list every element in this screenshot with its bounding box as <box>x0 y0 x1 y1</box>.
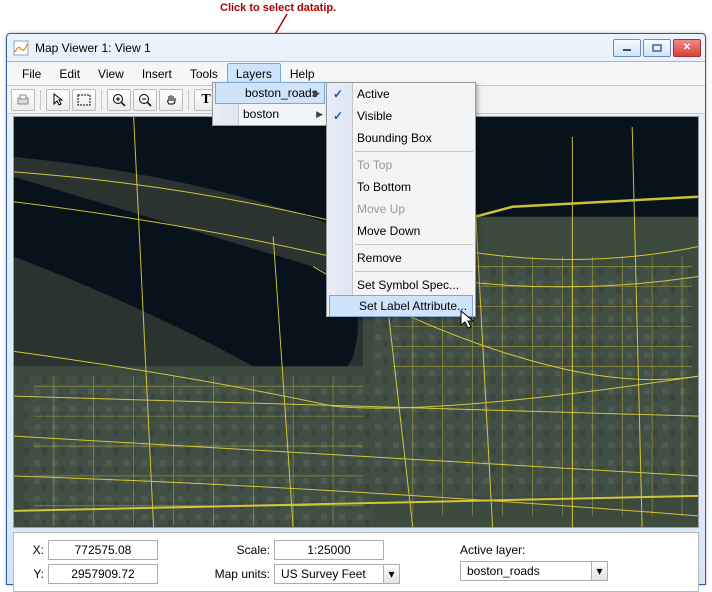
ctx-label: Remove <box>357 251 402 265</box>
callout-text: Click to select datatip. <box>220 2 420 14</box>
layer-item-boston[interactable]: boston ▶ <box>213 103 327 125</box>
layer-context-menu: ✓ Active ✓ Visible Bounding Box To Top To … <box>326 82 476 317</box>
menu-insert[interactable]: Insert <box>133 63 181 85</box>
ctx-bounding-box[interactable]: Bounding Box <box>327 127 475 149</box>
scale-label: Scale: <box>208 543 270 557</box>
check-icon: ✓ <box>333 87 343 101</box>
marquee-icon <box>77 94 91 106</box>
menu-view[interactable]: View <box>89 63 133 85</box>
ctx-label: Set Symbol Spec... <box>357 278 459 292</box>
ctx-label: To Bottom <box>357 180 411 194</box>
ctx-remove[interactable]: Remove <box>327 247 475 269</box>
ctx-label: Bounding Box <box>357 131 432 145</box>
ctx-label: Visible <box>357 109 392 123</box>
text-tool-icon: T <box>201 92 210 108</box>
print-icon <box>16 93 30 107</box>
x-label: X: <box>24 543 44 557</box>
ctx-active[interactable]: ✓ Active <box>327 83 475 105</box>
ctx-to-top: To Top <box>327 154 475 176</box>
ctx-set-symbol-spec[interactable]: Set Symbol Spec... <box>327 274 475 296</box>
app-icon <box>13 40 29 56</box>
pointer-icon <box>52 93 64 107</box>
menu-file[interactable]: File <box>13 63 50 85</box>
pointer-button[interactable] <box>46 89 70 111</box>
scale-field[interactable]: 1:25000 <box>274 540 384 560</box>
zoom-out-icon <box>138 93 152 107</box>
pan-icon <box>164 93 178 107</box>
separator <box>40 90 41 110</box>
map-units-select[interactable]: US Survey Feet ▾ <box>274 564 400 584</box>
x-field: 772575.08 <box>48 540 158 560</box>
ctx-visible[interactable]: ✓ Visible <box>327 105 475 127</box>
chevron-down-icon: ▾ <box>591 562 607 580</box>
separator <box>355 271 473 272</box>
separator <box>101 90 102 110</box>
map-units-label: Map units: <box>208 567 270 581</box>
minimize-button[interactable] <box>613 39 641 57</box>
submenu-arrow-icon: ▶ <box>313 88 320 99</box>
ctx-label: To Top <box>357 158 392 172</box>
submenu-arrow-icon: ▶ <box>316 109 323 120</box>
marquee-button[interactable] <box>72 89 96 111</box>
layer-item-label: boston <box>243 107 279 121</box>
print-button[interactable] <box>11 89 35 111</box>
map-units-value: US Survey Feet <box>275 567 383 581</box>
chevron-down-icon: ▾ <box>383 565 399 583</box>
ctx-label: Move Up <box>357 202 405 216</box>
separator <box>355 244 473 245</box>
zoom-out-button[interactable] <box>133 89 157 111</box>
zoom-in-icon <box>112 93 126 107</box>
ctx-move-up: Move Up <box>327 198 475 220</box>
titlebar[interactable]: Map Viewer 1: View 1 ✕ <box>7 34 705 62</box>
maximize-button[interactable] <box>643 39 671 57</box>
ctx-label: Move Down <box>357 224 420 238</box>
active-layer-value: boston_roads <box>461 564 591 578</box>
layer-item-boston-roads[interactable]: boston_roads ▶ <box>215 82 325 104</box>
zoom-in-button[interactable] <box>107 89 131 111</box>
menu-edit[interactable]: Edit <box>50 63 89 85</box>
close-button[interactable]: ✕ <box>673 39 701 57</box>
window-title: Map Viewer 1: View 1 <box>35 41 613 55</box>
ctx-label: Active <box>357 87 390 101</box>
y-label: Y: <box>24 567 44 581</box>
ctx-label: Set Label Attribute... <box>359 299 467 313</box>
separator <box>188 90 189 110</box>
check-icon: ✓ <box>333 109 343 123</box>
ctx-move-down[interactable]: Move Down <box>327 220 475 242</box>
layers-submenu: boston_roads ▶ boston ▶ <box>212 82 328 126</box>
y-field: 2957909.72 <box>48 564 158 584</box>
layer-item-label: boston_roads <box>245 86 318 100</box>
active-layer-select[interactable]: boston_roads ▾ <box>460 561 608 581</box>
ctx-set-label-attribute[interactable]: Set Label Attribute... <box>329 295 473 317</box>
pan-button[interactable] <box>159 89 183 111</box>
ctx-to-bottom[interactable]: To Bottom <box>327 176 475 198</box>
status-bar: X: 772575.08 Y: 2957909.72 Scale: 1:2500… <box>13 532 699 592</box>
separator <box>355 151 473 152</box>
active-layer-label: Active layer: <box>460 543 525 557</box>
